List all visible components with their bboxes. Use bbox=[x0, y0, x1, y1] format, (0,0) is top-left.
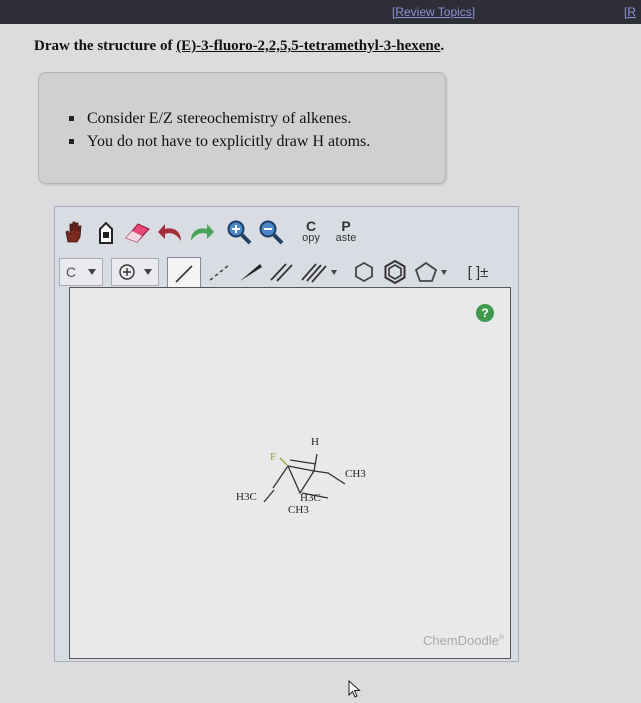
atom-h3c-lower: H3C bbox=[300, 492, 321, 504]
review-topics-link[interactable]: [Review Topics] bbox=[392, 5, 475, 19]
copy-button[interactable]: Copy bbox=[297, 217, 325, 247]
toolbar-row-2: C []± bbox=[59, 257, 509, 291]
chevron-down-icon bbox=[144, 269, 152, 275]
drawing-canvas[interactable]: ? H F CH3 H3C H3C CH3 ChemDoodle® bbox=[69, 287, 511, 698]
charge-select[interactable] bbox=[111, 257, 159, 287]
cyclopentane-icon bbox=[414, 260, 452, 284]
element-select[interactable]: C bbox=[59, 257, 103, 287]
redo-icon bbox=[187, 221, 215, 243]
chemdoodle-editor: Copy Paste C []± ? H F CH3 H3C H3C CH3 … bbox=[54, 206, 519, 698]
hints-box: Consider E/Z stereochemistry of alkenes.… bbox=[38, 72, 446, 184]
wedge-bond-button[interactable] bbox=[235, 257, 265, 287]
double-bond-button[interactable] bbox=[267, 257, 297, 287]
bond bbox=[279, 457, 289, 467]
triple-bond-button[interactable] bbox=[299, 257, 341, 287]
triple-bond-icon bbox=[300, 260, 340, 284]
hand-icon bbox=[62, 220, 86, 244]
benzene-icon bbox=[382, 259, 408, 285]
hint-item: You do not have to explicitly draw H ato… bbox=[68, 130, 370, 153]
atom-ch3-lower: CH3 bbox=[288, 504, 309, 516]
compound-name: (E)-3-fluoro-2,2,5,5-tetramethyl-3-hexen… bbox=[176, 38, 441, 54]
double-bond bbox=[289, 459, 317, 465]
dashed-bond-icon bbox=[206, 260, 232, 284]
paste-letter: P bbox=[341, 218, 351, 234]
chevron-down-icon bbox=[88, 269, 96, 275]
hints-list: Consider E/Z stereochemistry of alkenes.… bbox=[68, 107, 370, 153]
eraser-button[interactable] bbox=[123, 217, 151, 247]
atom-ch3-right: CH3 bbox=[345, 468, 366, 480]
wedge-bond-icon bbox=[236, 260, 264, 284]
atom-f: F bbox=[270, 451, 277, 463]
double-bond-icon bbox=[268, 260, 296, 284]
element-value: C bbox=[66, 264, 77, 280]
review-topics-link-2[interactable]: [R bbox=[624, 5, 636, 19]
paste-button[interactable]: Paste bbox=[331, 217, 361, 247]
benzene-button[interactable] bbox=[381, 257, 409, 287]
registered-mark: ® bbox=[498, 634, 504, 642]
bond bbox=[263, 489, 275, 503]
eraser-icon bbox=[123, 220, 151, 244]
hand-button[interactable] bbox=[59, 217, 89, 247]
zoom-in-button[interactable] bbox=[225, 217, 253, 247]
toolbar-row-1: Copy Paste bbox=[59, 217, 509, 249]
bond bbox=[272, 465, 346, 489]
hint-item: Consider E/Z stereochemistry of alkenes. bbox=[68, 107, 370, 130]
paste-label: aste bbox=[335, 232, 357, 244]
copy-letter: C bbox=[305, 218, 317, 234]
lasso-eraser-button[interactable] bbox=[93, 217, 119, 247]
single-bond-icon bbox=[172, 262, 196, 286]
cyclopentane-button[interactable] bbox=[413, 257, 453, 287]
charge-icon bbox=[118, 263, 136, 281]
question-text: Draw the structure of (E)-3-fluoro-2,2,5… bbox=[34, 38, 444, 55]
redo-button[interactable] bbox=[187, 217, 215, 247]
top-bar: [Review Topics] [R bbox=[0, 0, 641, 24]
molecule-bonds bbox=[263, 453, 346, 503]
question-suffix: . bbox=[440, 38, 445, 54]
dashed-bond-button[interactable] bbox=[205, 257, 233, 287]
single-bond-button[interactable] bbox=[167, 257, 201, 291]
eraser-tool-icon bbox=[96, 219, 116, 245]
cyclohexane-button[interactable] bbox=[351, 257, 377, 287]
bond bbox=[313, 453, 318, 472]
undo-icon bbox=[157, 221, 185, 243]
chemdoodle-brand: ChemDoodle® bbox=[423, 633, 504, 648]
atom-h: H bbox=[311, 436, 319, 448]
cyclohexane-icon bbox=[352, 260, 376, 284]
question-prefix: Draw the structure of bbox=[34, 38, 177, 54]
copy-label: opy bbox=[302, 232, 320, 244]
zoom-out-icon bbox=[258, 219, 284, 245]
atom-h3c-left: H3C bbox=[236, 491, 257, 503]
zoom-out-button[interactable] bbox=[257, 217, 285, 247]
bracket-button[interactable]: [ ]± bbox=[463, 257, 493, 287]
brand-name: ChemDoodle bbox=[422, 633, 499, 648]
zoom-in-icon bbox=[226, 219, 252, 245]
undo-button[interactable] bbox=[157, 217, 185, 247]
